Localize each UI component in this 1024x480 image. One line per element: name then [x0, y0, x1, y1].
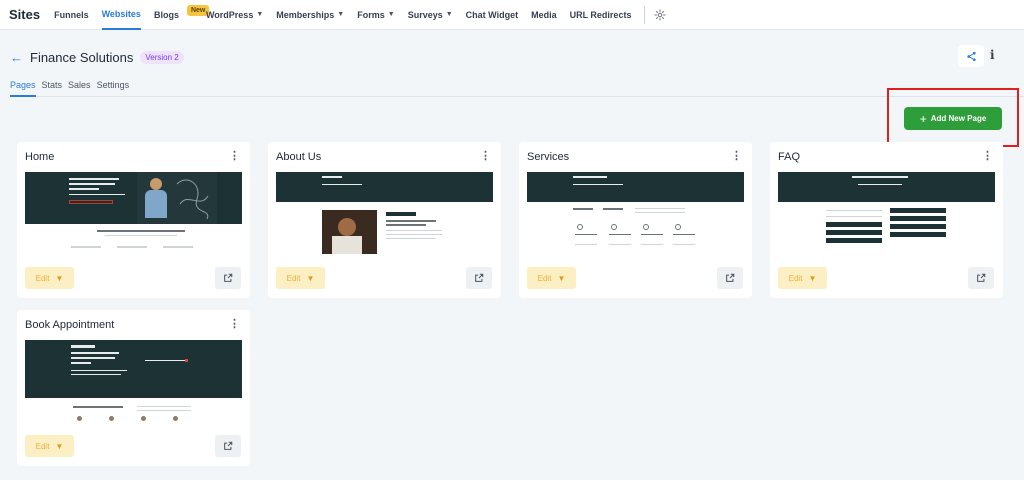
- open-external-button[interactable]: [466, 267, 492, 289]
- page-thumbnail[interactable]: [276, 172, 493, 254]
- card-title: FAQ: [778, 151, 801, 163]
- external-link-icon: [977, 273, 986, 282]
- edit-dropdown-button[interactable]: Edit ▼: [25, 435, 74, 457]
- nav-url-redirects[interactable]: URL Redirects: [570, 0, 632, 30]
- external-link-icon: [224, 441, 233, 450]
- page-title: Finance Solutions: [30, 50, 134, 65]
- nav-wordpress[interactable]: WordPress ▼: [206, 0, 263, 30]
- chevron-down-icon: ▼: [256, 11, 264, 18]
- chevron-down-icon: ▼: [55, 273, 64, 283]
- share-button[interactable]: [958, 45, 984, 67]
- kebab-menu-icon[interactable]: ⋮: [731, 151, 742, 162]
- gear-icon[interactable]: [654, 9, 666, 21]
- open-external-button[interactable]: [215, 267, 241, 289]
- kebab-menu-icon[interactable]: ⋮: [229, 319, 240, 330]
- nav-blogs[interactable]: Blogs New: [154, 0, 210, 30]
- chevron-down-icon: ▼: [445, 11, 453, 18]
- page-thumbnail[interactable]: [25, 340, 242, 422]
- brand-title: Sites: [9, 7, 41, 22]
- add-new-page-button[interactable]: + Add New Page: [904, 107, 1002, 130]
- kebab-menu-icon[interactable]: ⋮: [229, 151, 240, 162]
- info-icon[interactable]: i: [990, 48, 995, 62]
- kebab-menu-icon[interactable]: ⋮: [982, 151, 993, 162]
- top-navigation: Sites Funnels Websites Blogs New WordPres…: [0, 0, 1024, 30]
- tab-sales[interactable]: Sales: [68, 80, 91, 97]
- card-title: Book Appointment: [25, 319, 115, 331]
- nav-media[interactable]: Media: [531, 0, 557, 30]
- card-title: Home: [25, 151, 55, 163]
- page-tabs: Pages Stats Sales Settings: [10, 80, 1024, 97]
- page-card-services: Services ⋮ Edit ▼: [519, 142, 752, 298]
- page-card-home: Home ⋮ Edit ▼: [17, 142, 250, 298]
- arrow-left-icon[interactable]: ←: [10, 50, 23, 65]
- external-link-icon: [475, 273, 484, 282]
- kebab-menu-icon[interactable]: ⋮: [480, 151, 491, 162]
- chevron-down-icon: ▼: [808, 273, 817, 283]
- chevron-down-icon: ▼: [387, 11, 395, 18]
- open-external-button[interactable]: [717, 267, 743, 289]
- nav-surveys[interactable]: Surveys ▼: [408, 0, 453, 30]
- tab-settings[interactable]: Settings: [97, 80, 130, 97]
- nav-forms[interactable]: Forms ▼: [357, 0, 394, 30]
- chevron-down-icon: ▼: [55, 441, 64, 451]
- page-card-about-us: About Us ⋮ Edit ▼: [268, 142, 501, 298]
- nav-websites[interactable]: Websites: [101, 0, 141, 30]
- chevron-down-icon: ▼: [337, 11, 345, 18]
- open-external-button[interactable]: [968, 267, 994, 289]
- external-link-icon: [726, 273, 735, 282]
- page-header: ← Finance Solutions Version 2: [10, 50, 184, 65]
- plus-icon: +: [919, 111, 927, 126]
- edit-dropdown-button[interactable]: Edit ▼: [25, 267, 74, 289]
- page-thumbnail[interactable]: [25, 172, 242, 254]
- card-title: Services: [527, 151, 570, 163]
- edit-dropdown-button[interactable]: Edit ▼: [778, 267, 827, 289]
- edit-dropdown-button[interactable]: Edit ▼: [527, 267, 576, 289]
- open-external-button[interactable]: [215, 435, 241, 457]
- chevron-down-icon: ▼: [306, 273, 315, 283]
- tab-pages[interactable]: Pages: [10, 80, 36, 97]
- nav-divider: [644, 5, 646, 24]
- page-thumbnail[interactable]: [527, 172, 744, 254]
- page-card-faq: FAQ ⋮ Edit ▼: [770, 142, 1003, 298]
- chevron-down-icon: ▼: [557, 273, 566, 283]
- nav-memberships[interactable]: Memberships ▼: [276, 0, 344, 30]
- page-thumbnail[interactable]: [778, 172, 995, 254]
- nav-funnels[interactable]: Funnels: [54, 0, 89, 30]
- external-link-icon: [224, 273, 233, 282]
- page-card-book-appointment: Book Appointment ⋮ Edit ▼: [17, 310, 250, 466]
- nav-chat-widget[interactable]: Chat Widget: [466, 0, 518, 30]
- version-badge: Version 2: [140, 51, 184, 64]
- card-title: About Us: [276, 151, 322, 163]
- tab-stats[interactable]: Stats: [42, 80, 63, 97]
- edit-dropdown-button[interactable]: Edit ▼: [276, 267, 325, 289]
- share-icon: [966, 51, 976, 61]
